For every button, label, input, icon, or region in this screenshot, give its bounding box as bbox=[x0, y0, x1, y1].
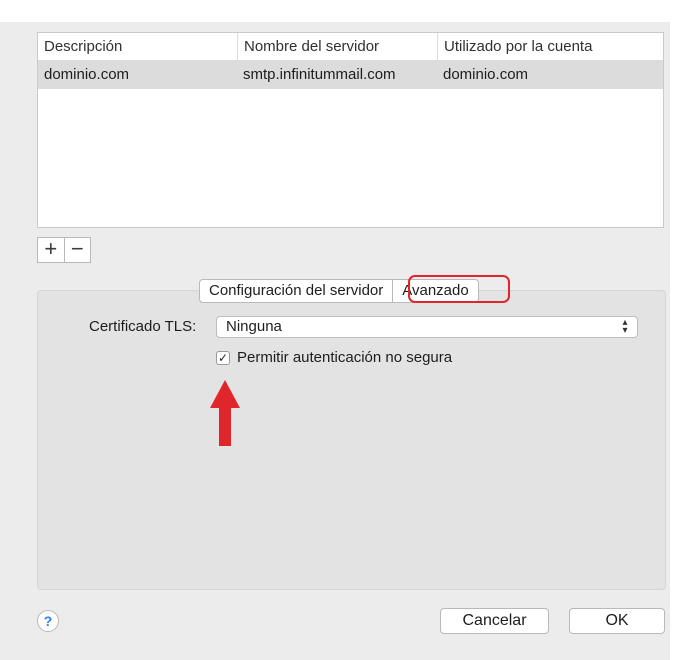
tls-certificate-label: Certificado TLS: bbox=[89, 318, 197, 335]
allow-insecure-auth-checkbox[interactable]: ✓ bbox=[216, 351, 230, 365]
allow-insecure-auth-label: Permitir autenticación no segura bbox=[237, 349, 453, 366]
help-button[interactable]: ? bbox=[37, 610, 59, 632]
tab-advanced[interactable]: Avanzado bbox=[393, 279, 479, 303]
table-row[interactable]: dominio.com smtp.infinitummail.com domin… bbox=[38, 61, 663, 89]
smtp-servers-table: Descripción Nombre del servidor Utilizad… bbox=[37, 32, 664, 228]
cell-used-by-account: dominio.com bbox=[443, 66, 529, 83]
cell-description: dominio.com bbox=[44, 66, 130, 83]
chevron-updown-icon: ▴ ▾ bbox=[622, 317, 628, 336]
tab-bar: Configuración del servidor Avanzado bbox=[199, 279, 479, 303]
right-strip bbox=[670, 0, 680, 660]
remove-server-button[interactable]: − bbox=[63, 238, 91, 262]
column-header-server-name[interactable]: Nombre del servidor bbox=[237, 33, 437, 61]
table-header: Descripción Nombre del servidor Utilizad… bbox=[38, 33, 663, 61]
tls-certificate-value: Ninguna bbox=[226, 318, 282, 335]
tls-certificate-select[interactable]: Ninguna ▴ ▾ bbox=[216, 316, 638, 338]
ok-button[interactable]: OK bbox=[569, 608, 665, 634]
cell-server-name: smtp.infinitummail.com bbox=[243, 66, 396, 83]
column-header-description[interactable]: Descripción bbox=[38, 33, 237, 61]
add-remove-control: + − bbox=[37, 237, 91, 263]
add-server-button[interactable]: + bbox=[38, 238, 64, 262]
cancel-button[interactable]: Cancelar bbox=[440, 608, 549, 634]
top-strip bbox=[0, 0, 680, 22]
column-header-used-by-account[interactable]: Utilizado por la cuenta bbox=[437, 33, 663, 61]
tab-server-configuration[interactable]: Configuración del servidor bbox=[199, 279, 394, 303]
red-arrow-icon bbox=[210, 380, 240, 446]
